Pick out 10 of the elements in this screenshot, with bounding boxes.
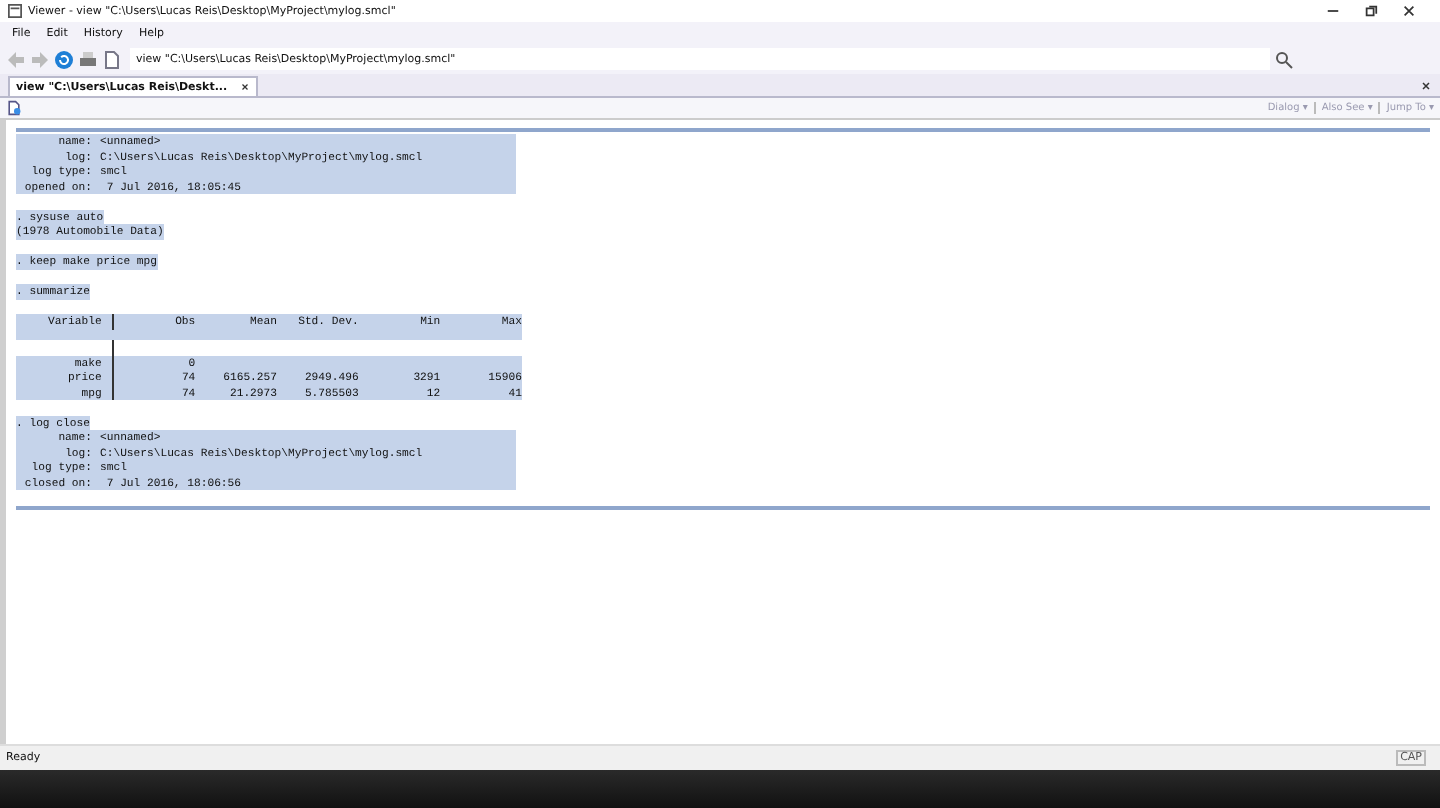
new-window-icon[interactable] <box>6 100 22 116</box>
close-icon[interactable] <box>239 82 250 92</box>
refresh-icon[interactable] <box>54 49 74 69</box>
close-icon[interactable] <box>1420 79 1432 91</box>
restore-icon[interactable] <box>1364 4 1378 18</box>
minimize-icon[interactable] <box>1326 4 1340 18</box>
printer-icon[interactable] <box>78 49 98 69</box>
document-icon[interactable] <box>102 49 122 69</box>
search-icon[interactable] <box>1274 49 1294 69</box>
close-icon[interactable] <box>1402 4 1416 18</box>
